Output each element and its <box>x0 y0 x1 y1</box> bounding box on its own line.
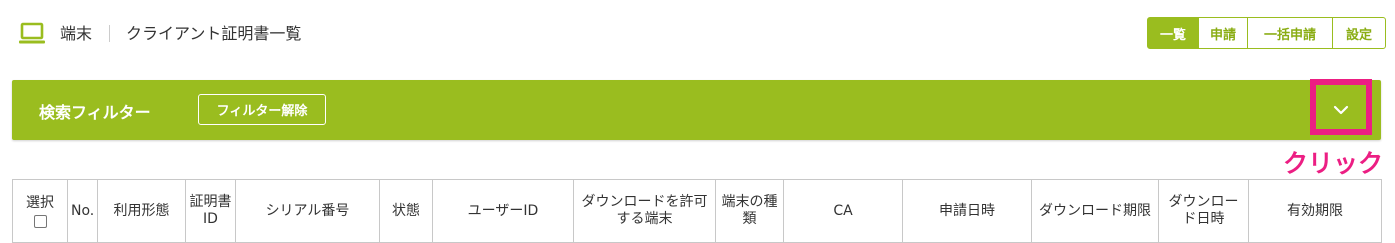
view-tabs: 一覧 申請 一括申請 設定 <box>1147 17 1386 49</box>
column-header-status[interactable]: 状態 <box>379 179 433 243</box>
search-filter-bar: 検索フィルター フィルター解除 <box>12 79 1381 140</box>
select-all-checkbox[interactable] <box>33 214 47 228</box>
certificate-table: 選択 No. 利用形態 証明書ID シリアル番号 状態 ユーザーID ダウンロー… <box>12 179 1382 243</box>
column-header-download-deadline[interactable]: ダウンロード期限 <box>1031 179 1159 243</box>
breadcrumb-separator <box>109 25 110 42</box>
column-header-user-id[interactable]: ユーザーID <box>432 179 574 243</box>
page-header: 端末 クライアント証明書一覧 一覧 申請 一括申請 設定 <box>0 0 1395 70</box>
column-header-expiry[interactable]: 有効期限 <box>1248 179 1382 243</box>
table-header-row: 選択 No. 利用形態 証明書ID シリアル番号 状態 ユーザーID ダウンロー… <box>12 179 1382 243</box>
laptop-icon <box>18 22 46 46</box>
page-title: クライアント証明書一覧 <box>126 24 302 43</box>
tab-apply[interactable]: 申請 <box>1198 17 1248 49</box>
column-header-device-type[interactable]: 端末の種類 <box>715 179 784 243</box>
tab-list[interactable]: 一覧 <box>1147 17 1199 49</box>
column-header-applied-at[interactable]: 申請日時 <box>902 179 1032 243</box>
column-header-downloaded-at[interactable]: ダウンロード日時 <box>1158 179 1249 243</box>
column-header-no[interactable]: No. <box>67 179 98 243</box>
select-label: 選択 <box>26 194 54 211</box>
filter-title: 検索フィルター <box>39 103 151 122</box>
click-annotation: クリック <box>1283 149 1384 178</box>
column-header-certificate-id[interactable]: 証明書ID <box>185 179 236 243</box>
tab-settings[interactable]: 設定 <box>1332 17 1386 49</box>
tab-bulk-apply[interactable]: 一括申請 <box>1247 17 1333 49</box>
column-header-usage-type[interactable]: 利用形態 <box>97 179 186 243</box>
breadcrumb-device[interactable]: 端末 <box>60 24 92 44</box>
chevron-down-icon <box>1333 100 1349 119</box>
column-header-ca[interactable]: CA <box>783 179 903 243</box>
column-header-select: 選択 <box>12 179 68 243</box>
clear-filter-button[interactable]: フィルター解除 <box>198 94 326 125</box>
column-header-allowed-device[interactable]: ダウンロードを許可する端末 <box>573 179 716 243</box>
filter-toggle-button[interactable] <box>1326 97 1356 121</box>
column-header-serial-number[interactable]: シリアル番号 <box>235 179 380 243</box>
